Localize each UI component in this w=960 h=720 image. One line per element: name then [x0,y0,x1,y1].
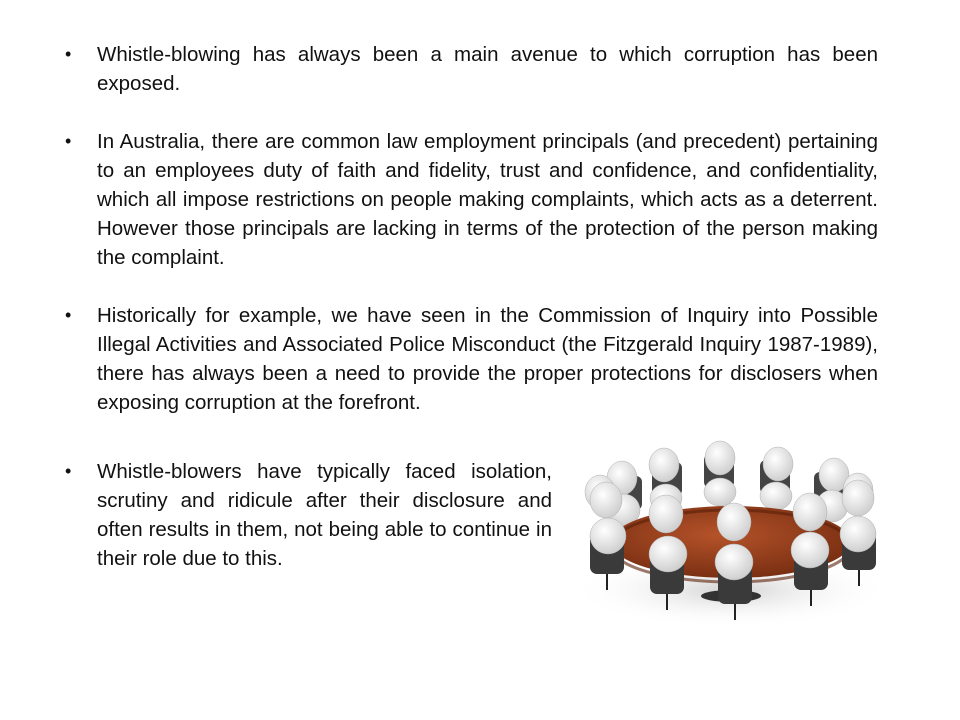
bullet-item-common-law: • In Australia, there are common law emp… [62,127,878,272]
bullet-marker: • [65,305,72,325]
bullet-text: Historically for example, we have seen i… [97,304,878,414]
bullet-text: Whistle-blowing has always been a main a… [97,43,878,95]
meeting-table-icon [571,440,891,628]
bullet-item-isolation: • Whistle-blowers have typically faced i… [62,457,552,573]
bullet-marker: • [65,461,72,481]
slide: • Whistle-blowing has always been a main… [0,0,960,720]
bullet-text: In Australia, there are common law emplo… [97,130,878,269]
bullet-item-fitzgerald-inquiry: • Historically for example, we have seen… [62,301,878,417]
bullet-marker: • [65,131,72,151]
bullet-text: Whistle-blowers have typically faced iso… [97,460,552,570]
bullet-marker: • [65,44,72,64]
bullet-item-whistleblowing: • Whistle-blowing has always been a main… [62,40,878,98]
